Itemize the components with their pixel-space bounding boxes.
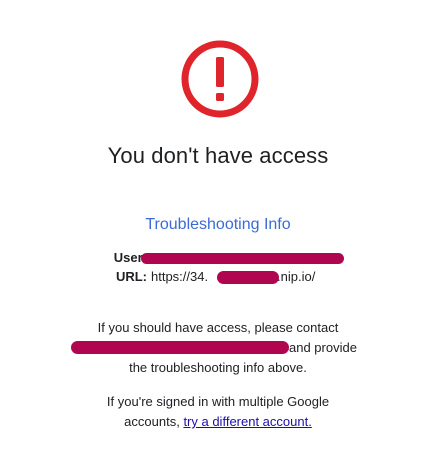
url-label: URL: bbox=[115, 269, 147, 284]
troubleshooting-heading: Troubleshooting Info bbox=[145, 216, 291, 233]
multi-account-line-2-prefix: accounts, bbox=[124, 414, 180, 429]
multi-account-line-1: If you're signed in with multiple Google bbox=[106, 394, 330, 409]
user-redaction bbox=[141, 253, 344, 264]
url-suffix: .nip.io/ bbox=[277, 269, 316, 284]
page-title: You don't have access bbox=[107, 143, 329, 168]
contact-redaction bbox=[71, 341, 289, 354]
url-redaction bbox=[217, 271, 279, 284]
contact-paragraph: If you should have access, please contac… bbox=[0, 318, 426, 378]
contact-line-1: If you should have access, please contac… bbox=[97, 320, 339, 335]
multi-account-line-2: accounts, try a different account. bbox=[0, 412, 426, 432]
access-denied-page: You don't have access Troubleshooting In… bbox=[0, 0, 426, 455]
user-row: User: bbox=[0, 249, 426, 267]
url-prefix: https://34. bbox=[151, 269, 209, 284]
alert-circle-icon bbox=[181, 40, 259, 118]
try-different-account-link[interactable]: try a different account. bbox=[183, 414, 311, 429]
url-row: URL: https://34. .nip.io/ bbox=[0, 268, 426, 286]
contact-line-2-suffix: and provide bbox=[289, 340, 357, 355]
contact-line-3: the troubleshooting info above. bbox=[129, 360, 307, 375]
contact-line-2: and provide bbox=[0, 338, 426, 358]
multi-account-paragraph: If you're signed in with multiple Google… bbox=[0, 392, 426, 432]
